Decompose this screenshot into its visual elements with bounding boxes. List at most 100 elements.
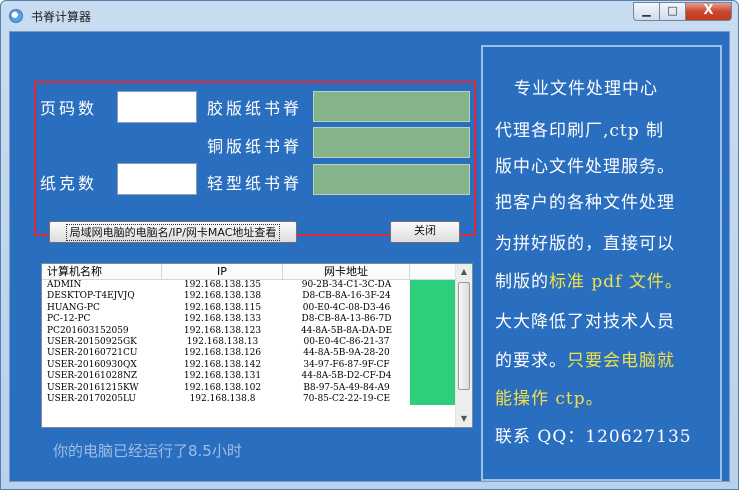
cell-empty bbox=[410, 393, 456, 406]
glue-paper-spine-output[interactable] bbox=[313, 91, 470, 122]
cell-computer-name: USER-20170205LU bbox=[47, 393, 137, 404]
cell-mac: 00-E0-4C-86-21-37 bbox=[303, 336, 390, 347]
app-window: 书脊计算器 ▁ □ X 页码数 纸克数 胶版纸书脊 铜版纸书脊 轻型纸书脊 局域… bbox=[0, 0, 739, 490]
promo-line-2: 代理各印刷厂,ctp 制 bbox=[495, 121, 665, 141]
cell-empty bbox=[410, 371, 456, 383]
promo-line-9: 能操作 ctp。 bbox=[495, 384, 604, 409]
paper-gsm-input[interactable] bbox=[117, 163, 197, 195]
table-row[interactable]: PC-12-PC 192.168.138.133 D8-CB-8A-13-86-7D bbox=[42, 314, 456, 326]
cell-mac: B8-97-5A-49-84-A9 bbox=[303, 382, 390, 393]
promo-line-4: 把客户的各种文件处理 bbox=[495, 193, 675, 213]
cell-ip: 192.168.138.8 bbox=[189, 393, 256, 404]
promo-line-8-text: 的要求。 bbox=[495, 351, 567, 371]
glue-paper-spine-label: 胶版纸书脊 bbox=[207, 99, 303, 118]
close-window-button[interactable]: X bbox=[686, 2, 732, 21]
cell-mac: 90-2B-34-C1-3C-DA bbox=[301, 280, 392, 290]
scroll-up-arrow-icon[interactable]: ▲ bbox=[456, 264, 472, 280]
client-area: 页码数 纸克数 胶版纸书脊 铜版纸书脊 轻型纸书脊 局域网电脑的电脑名/IP/网… bbox=[9, 31, 730, 482]
cell-computer-name: ADMIN bbox=[47, 280, 82, 290]
maximize-button[interactable]: □ bbox=[660, 2, 686, 21]
light-paper-spine-output[interactable] bbox=[313, 164, 470, 195]
list-header: 计算机名称 IP 网卡地址 bbox=[42, 264, 456, 280]
cell-empty bbox=[410, 348, 456, 360]
table-row[interactable]: USER-20150925GK 192.168.138.13 00-E0-4C-86… bbox=[42, 336, 456, 349]
column-header-computer-name[interactable]: 计算机名称 bbox=[42, 264, 162, 279]
promo-line-3: 版中心文件处理服务。 bbox=[495, 157, 675, 177]
coated-paper-spine-output[interactable] bbox=[313, 127, 470, 158]
table-row[interactable]: HUANG-PC 192.168.138.115 00-E0-4C-08-D3-46 bbox=[42, 302, 456, 315]
cell-mac: 44-8A-5B-8A-DA-DE bbox=[300, 325, 393, 336]
app-icon bbox=[9, 9, 23, 23]
promo-line-7: 大大降低了对技术人员 bbox=[495, 312, 675, 332]
cell-computer-name: PC-12-PC bbox=[47, 314, 91, 325]
promo-line-1: 专业文件处理中心 bbox=[514, 79, 658, 99]
title-bar[interactable]: 书脊计算器 ▁ □ X bbox=[1, 1, 738, 31]
minimize-button[interactable]: ▁ bbox=[633, 2, 660, 21]
list-body: ADMIN 192.168.138.135 90-2B-34-C1-3C-DA DES… bbox=[42, 280, 456, 406]
window-title: 书脊计算器 bbox=[31, 10, 92, 24]
list-scrollbar[interactable]: ▲ ▼ bbox=[455, 264, 472, 427]
cell-computer-name: PC201603152059 bbox=[47, 325, 129, 336]
table-row[interactable]: USER-20161028NZ 192.168.138.131 44-8A-5B-D… bbox=[42, 371, 456, 383]
cell-ip: 192.168.138.126 bbox=[183, 348, 262, 359]
cell-mac: 44-8A-5B-D2-CF-D4 bbox=[301, 371, 392, 382]
promo-line-8: 的要求。只要会电脑就 bbox=[495, 346, 675, 371]
cell-mac: 44-8A-5B-9A-28-20 bbox=[303, 348, 390, 359]
cell-mac: D8-CB-8A-13-86-7D bbox=[301, 314, 392, 325]
scroll-down-arrow-icon[interactable]: ▼ bbox=[456, 411, 472, 427]
light-paper-spine-label: 轻型纸书脊 bbox=[207, 174, 303, 193]
cell-ip: 192.168.138.142 bbox=[183, 359, 262, 370]
cell-empty bbox=[410, 280, 456, 292]
cell-computer-name: USER-20161215KW bbox=[47, 382, 139, 393]
cell-mac: 00-E0-4C-08-D3-46 bbox=[302, 302, 391, 313]
promo-panel: 专业文件处理中心 代理各印刷厂,ctp 制 版中心文件处理服务。 把客户的各种文… bbox=[481, 45, 722, 481]
page-count-input[interactable] bbox=[117, 91, 197, 123]
cell-ip: 192.168.138.133 bbox=[183, 314, 262, 325]
cell-computer-name: HUANG-PC bbox=[47, 302, 100, 313]
promo-line-6-text: 制版的 bbox=[495, 272, 549, 292]
cell-empty bbox=[410, 314, 456, 326]
cell-empty bbox=[410, 325, 456, 337]
table-row[interactable]: DESKTOP-T4EJVJQ 192.168.138.138 D8-CB-8A-1… bbox=[42, 291, 456, 303]
promo-line-6-highlight: 标准 pdf 文件。 bbox=[549, 272, 683, 292]
close-button[interactable]: 关闭 bbox=[390, 221, 460, 243]
page-count-label: 页码数 bbox=[40, 99, 98, 118]
coated-paper-spine-label: 铜版纸书脊 bbox=[207, 137, 303, 156]
cell-empty bbox=[410, 302, 456, 315]
cell-ip: 192.168.138.115 bbox=[183, 302, 262, 313]
cell-empty bbox=[410, 336, 456, 349]
cell-empty bbox=[410, 359, 456, 372]
cell-ip: 192.168.138.13 bbox=[186, 336, 259, 347]
cell-computer-name: USER-20161028NZ bbox=[47, 371, 138, 382]
cell-mac: 34-97-F6-87-9F-CF bbox=[303, 359, 390, 370]
table-row[interactable]: PC201603152059 192.168.138.123 44-8A-5B-8A… bbox=[42, 325, 456, 337]
lan-computer-list[interactable]: 计算机名称 IP 网卡地址 ADMIN 192.168.138.135 90-2B-… bbox=[41, 263, 473, 428]
promo-line-9-highlight: 能操作 ctp。 bbox=[495, 389, 604, 409]
lan-lookup-button[interactable]: 局域网电脑的电脑名/IP/网卡MAC地址查看 bbox=[49, 221, 297, 243]
scroll-thumb[interactable] bbox=[458, 282, 470, 390]
window-controls: ▁ □ X bbox=[633, 2, 732, 22]
cell-computer-name: DESKTOP-T4EJVJQ bbox=[47, 291, 135, 302]
cell-ip: 192.168.138.138 bbox=[183, 291, 262, 302]
cell-computer-name: USER-20160721CU bbox=[47, 348, 138, 359]
column-header-empty[interactable] bbox=[410, 264, 456, 279]
column-header-mac[interactable]: 网卡地址 bbox=[283, 264, 410, 279]
table-row[interactable]: USER-20160721CU 192.168.138.126 44-8A-5B-9… bbox=[42, 348, 456, 360]
cell-ip: 192.168.138.102 bbox=[183, 382, 262, 393]
cell-empty bbox=[410, 382, 456, 394]
cell-ip: 192.168.138.123 bbox=[183, 325, 262, 336]
table-row[interactable]: USER-20160930QX 192.168.138.142 34-97-F6-8… bbox=[42, 359, 456, 372]
cell-mac: D8-CB-8A-16-3F-24 bbox=[302, 291, 391, 302]
promo-line-10: 联系 QQ：120627135 bbox=[495, 427, 692, 447]
cell-computer-name: USER-20160930QX bbox=[47, 359, 137, 370]
table-row[interactable]: USER-20161215KW 192.168.138.102 B8-97-5A-4… bbox=[42, 382, 456, 394]
promo-line-8-highlight: 只要会电脑就 bbox=[567, 351, 675, 371]
cell-ip: 192.168.138.131 bbox=[183, 371, 262, 382]
lan-lookup-label: 局域网电脑的电脑名/IP/网卡MAC地址查看 bbox=[65, 224, 281, 241]
table-row[interactable]: USER-20170205LU 192.168.138.8 70-85-C2-22-… bbox=[42, 393, 456, 406]
cell-computer-name: USER-20150925GK bbox=[47, 336, 137, 347]
promo-line-5: 为拼好版的，直接可以 bbox=[495, 234, 675, 254]
cell-mac: 70-85-C2-22-19-CE bbox=[302, 393, 391, 404]
column-header-ip[interactable]: IP bbox=[162, 264, 283, 279]
table-row[interactable]: ADMIN 192.168.138.135 90-2B-34-C1-3C-DA bbox=[42, 280, 456, 292]
